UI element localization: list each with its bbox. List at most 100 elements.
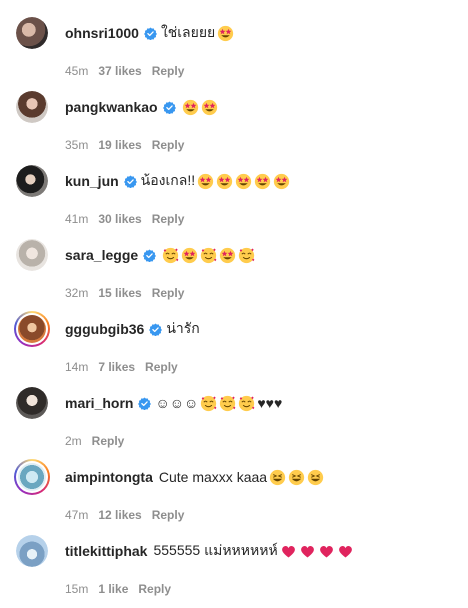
reply-button[interactable]: Reply xyxy=(152,64,185,78)
comment-text: น่ารัก xyxy=(166,320,200,336)
star-struck-emoji-icon xyxy=(219,247,236,264)
comment-item: sara_legge 32m 15 likes Reply xyxy=(0,238,468,312)
verified-badge-icon xyxy=(162,101,176,114)
comment-item: pangkwankao 35m 19 likes Reply xyxy=(0,90,468,164)
comment-text-suffix: ♥♥♥ xyxy=(257,395,283,411)
comment-text: ใช่เลยยย xyxy=(160,24,216,40)
reply-button[interactable]: Reply xyxy=(145,360,178,374)
comment-time[interactable]: 41m xyxy=(65,212,88,226)
comment-text: น้องเกล!! xyxy=(140,172,196,188)
smiling-hearts-emoji-icon xyxy=(219,395,236,412)
comment-body: gggubgib36 น่ารัก xyxy=(65,320,202,338)
smiling-hearts-emoji-icon xyxy=(238,247,255,264)
star-struck-emoji-icon xyxy=(217,25,234,42)
likes-count[interactable]: 37 likes xyxy=(98,64,141,78)
red-heart-emoji-icon xyxy=(299,543,316,560)
star-struck-emoji-icon xyxy=(197,173,214,190)
avatar[interactable] xyxy=(14,311,50,347)
username-link[interactable]: pangkwankao xyxy=(65,99,158,115)
comment-time[interactable]: 45m xyxy=(65,64,88,78)
verified-badge-icon xyxy=(149,323,163,336)
username-link[interactable]: titlekittiphak xyxy=(65,543,147,559)
smiling-hearts-emoji-icon xyxy=(200,395,217,412)
verified-badge-icon xyxy=(138,397,152,410)
username-link[interactable]: sara_legge xyxy=(65,247,138,263)
comment-body: aimpintongta Cute maxxx kaaa xyxy=(65,468,326,486)
comment-meta: 45m 37 likes Reply xyxy=(65,64,184,78)
comment-body: titlekittiphak 555555 แม่หหหหหห์ xyxy=(65,542,356,560)
smiling-hearts-emoji-icon xyxy=(200,247,217,264)
emoji-group xyxy=(280,543,356,560)
likes-count[interactable]: 19 likes xyxy=(98,138,141,152)
comment-item: titlekittiphak 555555 แม่หหหหหห์ 15m 1 like… xyxy=(0,534,468,608)
emoji-group xyxy=(200,395,257,412)
likes-count[interactable]: 7 likes xyxy=(98,360,135,374)
comment-body: sara_legge xyxy=(65,246,257,264)
comment-item: aimpintongta Cute maxxx kaaa 47m 12 likes Re… xyxy=(0,459,468,534)
verified-badge-icon xyxy=(143,249,157,262)
reply-button[interactable]: Reply xyxy=(152,212,185,226)
comment-meta: 35m 19 likes Reply xyxy=(65,138,184,152)
emoji-group xyxy=(217,25,236,42)
star-struck-emoji-icon xyxy=(235,173,252,190)
comment-time[interactable]: 32m xyxy=(65,286,88,300)
username-link[interactable]: mari_horn xyxy=(65,395,133,411)
avatar[interactable] xyxy=(16,535,48,567)
avatar[interactable] xyxy=(16,91,48,123)
reply-button[interactable]: Reply xyxy=(152,138,185,152)
comment-meta: 47m 12 likes Reply xyxy=(65,508,184,522)
reply-button[interactable]: Reply xyxy=(152,508,185,522)
comment-body: mari_horn ☺☺☺ ♥♥♥ xyxy=(65,394,282,412)
reply-button[interactable]: Reply xyxy=(92,434,125,448)
comment-time[interactable]: 14m xyxy=(65,360,88,374)
squinting-laugh-emoji-icon xyxy=(307,469,324,486)
comment-text: Cute maxxx kaaa xyxy=(158,469,268,485)
comment-time[interactable]: 35m xyxy=(65,138,88,152)
comment-list: ohnsri1000 ใช่เลยยย 45m 37 likes Reply pangkw… xyxy=(0,0,468,600)
comment-item: mari_horn ☺☺☺ ♥♥♥ 2m Reply xyxy=(0,386,468,460)
reply-button[interactable]: Reply xyxy=(138,582,171,596)
verified-badge-icon xyxy=(144,27,157,40)
comment-meta: 14m 7 likes Reply xyxy=(65,360,178,374)
comment-item: ohnsri1000 ใช่เลยยย 45m 37 likes Reply xyxy=(0,16,468,90)
emoji-group xyxy=(269,469,326,486)
comment-time[interactable]: 2m xyxy=(65,434,82,448)
reply-button[interactable]: Reply xyxy=(152,286,185,300)
star-struck-emoji-icon xyxy=(201,99,218,116)
username-link[interactable]: aimpintongta xyxy=(65,469,153,485)
comment-meta: 2m Reply xyxy=(65,434,124,448)
comment-meta: 41m 30 likes Reply xyxy=(65,212,184,226)
star-struck-emoji-icon xyxy=(181,247,198,264)
emoji-group xyxy=(197,173,292,190)
avatar[interactable] xyxy=(16,387,48,419)
comment-body: kun_jun น้องเกล!! xyxy=(65,172,292,190)
likes-count[interactable]: 12 likes xyxy=(98,508,141,522)
red-heart-emoji-icon xyxy=(337,543,354,560)
username-link[interactable]: kun_jun xyxy=(65,173,119,189)
comment-text: ☺☺☺ xyxy=(155,395,199,411)
smiling-hearts-emoji-icon xyxy=(162,247,179,264)
comment-item: kun_jun น้องเกล!! 41m 30 likes Reply xyxy=(0,164,468,238)
comment-time[interactable]: 15m xyxy=(65,582,88,596)
star-struck-emoji-icon xyxy=(182,99,199,116)
likes-count[interactable]: 30 likes xyxy=(98,212,141,226)
likes-count[interactable]: 15 likes xyxy=(98,286,141,300)
avatar[interactable] xyxy=(16,165,48,197)
username-link[interactable]: gggubgib36 xyxy=(65,321,144,337)
avatar[interactable] xyxy=(14,459,50,495)
comment-time[interactable]: 47m xyxy=(65,508,88,522)
red-heart-emoji-icon xyxy=(318,543,335,560)
emoji-group xyxy=(162,247,257,264)
squinting-laugh-emoji-icon xyxy=(288,469,305,486)
star-struck-emoji-icon xyxy=(273,173,290,190)
comment-meta: 15m 1 like Reply xyxy=(65,582,171,596)
verified-badge-icon xyxy=(123,175,137,188)
avatar[interactable] xyxy=(16,239,48,271)
emoji-group xyxy=(182,99,220,116)
username-link[interactable]: ohnsri1000 xyxy=(65,25,139,41)
likes-count[interactable]: 1 like xyxy=(98,582,128,596)
comment-body: ohnsri1000 ใช่เลยยย xyxy=(65,24,236,42)
avatar[interactable] xyxy=(16,17,48,49)
comment-meta: 32m 15 likes Reply xyxy=(65,286,184,300)
squinting-laugh-emoji-icon xyxy=(269,469,286,486)
